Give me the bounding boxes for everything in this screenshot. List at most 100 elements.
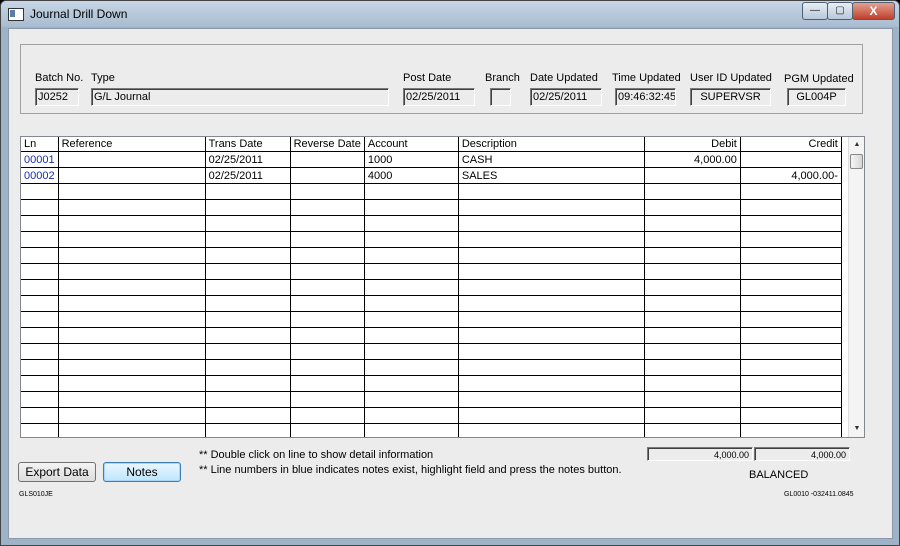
empty-cell[interactable] <box>740 343 842 360</box>
empty-cell[interactable] <box>644 231 741 248</box>
empty-cell[interactable] <box>364 199 459 216</box>
empty-cell[interactable] <box>21 407 59 424</box>
time-updated-field[interactable]: 09:46:32:45 <box>615 88 676 106</box>
empty-cell[interactable] <box>458 279 645 296</box>
empty-cell[interactable] <box>740 359 842 376</box>
empty-cell[interactable] <box>644 279 741 296</box>
empty-table-row[interactable] <box>21 375 842 392</box>
empty-cell[interactable] <box>21 199 59 216</box>
empty-cell[interactable] <box>458 359 645 376</box>
empty-cell[interactable] <box>21 423 59 437</box>
empty-cell[interactable] <box>58 183 206 200</box>
empty-cell[interactable] <box>364 359 459 376</box>
empty-cell[interactable] <box>205 247 291 264</box>
column-header-description[interactable]: Description <box>458 137 645 152</box>
cell-reference[interactable] <box>58 151 206 168</box>
empty-cell[interactable] <box>58 199 206 216</box>
empty-cell[interactable] <box>21 375 59 392</box>
empty-cell[interactable] <box>290 327 365 344</box>
empty-cell[interactable] <box>740 391 842 408</box>
empty-cell[interactable] <box>364 327 459 344</box>
empty-cell[interactable] <box>740 407 842 424</box>
empty-cell[interactable] <box>205 391 291 408</box>
empty-cell[interactable] <box>364 423 459 437</box>
empty-cell[interactable] <box>740 423 842 437</box>
scroll-thumb[interactable] <box>850 154 863 169</box>
empty-cell[interactable] <box>205 199 291 216</box>
empty-cell[interactable] <box>205 327 291 344</box>
empty-table-row[interactable] <box>21 247 842 264</box>
empty-cell[interactable] <box>290 407 365 424</box>
empty-cell[interactable] <box>205 311 291 328</box>
empty-cell[interactable] <box>458 295 645 312</box>
empty-table-row[interactable] <box>21 231 842 248</box>
column-header-reference[interactable]: Reference <box>58 137 206 152</box>
minimize-button[interactable]: — <box>802 2 828 20</box>
empty-cell[interactable] <box>21 343 59 360</box>
empty-cell[interactable] <box>21 183 59 200</box>
empty-cell[interactable] <box>364 183 459 200</box>
empty-cell[interactable] <box>740 247 842 264</box>
empty-cell[interactable] <box>58 407 206 424</box>
notes-button[interactable]: Notes <box>103 462 181 482</box>
empty-cell[interactable] <box>644 343 741 360</box>
cell-reference[interactable] <box>58 167 206 184</box>
cell-reverse-date[interactable] <box>290 151 365 168</box>
empty-table-row[interactable] <box>21 311 842 328</box>
empty-cell[interactable] <box>364 407 459 424</box>
empty-cell[interactable] <box>458 375 645 392</box>
empty-cell[interactable] <box>644 423 741 437</box>
empty-cell[interactable] <box>740 327 842 344</box>
empty-cell[interactable] <box>740 279 842 296</box>
empty-cell[interactable] <box>205 295 291 312</box>
empty-cell[interactable] <box>740 183 842 200</box>
empty-table-row[interactable] <box>21 183 842 200</box>
scroll-down-icon[interactable]: ▼ <box>849 421 864 436</box>
empty-cell[interactable] <box>644 247 741 264</box>
empty-cell[interactable] <box>644 215 741 232</box>
empty-cell[interactable] <box>205 343 291 360</box>
empty-cell[interactable] <box>458 391 645 408</box>
empty-cell[interactable] <box>21 311 59 328</box>
empty-cell[interactable] <box>364 311 459 328</box>
empty-cell[interactable] <box>458 343 645 360</box>
empty-cell[interactable] <box>58 263 206 280</box>
empty-cell[interactable] <box>644 359 741 376</box>
empty-cell[interactable] <box>205 183 291 200</box>
empty-cell[interactable] <box>458 407 645 424</box>
journal-lines-grid[interactable]: Ln Reference Trans Date Reverse Date Acc… <box>20 136 865 438</box>
table-row[interactable]: 00002 02/25/2011 4000 SALES 4,000.00- <box>21 167 842 184</box>
cell-debit[interactable] <box>644 167 741 184</box>
empty-cell[interactable] <box>644 391 741 408</box>
column-header-reverse-date[interactable]: Reverse Date <box>290 137 365 152</box>
column-header-ln[interactable]: Ln <box>21 137 59 152</box>
cell-ln[interactable]: 00002 <box>21 167 59 184</box>
empty-cell[interactable] <box>205 423 291 437</box>
empty-cell[interactable] <box>58 279 206 296</box>
empty-cell[interactable] <box>205 215 291 232</box>
empty-cell[interactable] <box>58 247 206 264</box>
empty-cell[interactable] <box>458 231 645 248</box>
empty-cell[interactable] <box>290 199 365 216</box>
empty-cell[interactable] <box>290 391 365 408</box>
empty-cell[interactable] <box>21 327 59 344</box>
empty-cell[interactable] <box>644 311 741 328</box>
cell-credit[interactable]: 4,000.00- <box>740 167 842 184</box>
empty-cell[interactable] <box>21 247 59 264</box>
cell-account[interactable]: 1000 <box>364 151 459 168</box>
column-header-debit[interactable]: Debit <box>644 137 741 152</box>
empty-cell[interactable] <box>205 407 291 424</box>
empty-cell[interactable] <box>364 343 459 360</box>
cell-credit[interactable] <box>740 151 842 168</box>
empty-cell[interactable] <box>290 247 365 264</box>
empty-cell[interactable] <box>21 359 59 376</box>
empty-cell[interactable] <box>458 199 645 216</box>
empty-cell[interactable] <box>458 327 645 344</box>
user-id-updated-field[interactable]: SUPERVSR <box>690 88 771 106</box>
empty-cell[interactable] <box>58 423 206 437</box>
cell-reverse-date[interactable] <box>290 167 365 184</box>
export-data-button[interactable]: Export Data <box>18 462 96 482</box>
empty-cell[interactable] <box>290 183 365 200</box>
empty-cell[interactable] <box>205 359 291 376</box>
empty-cell[interactable] <box>290 343 365 360</box>
